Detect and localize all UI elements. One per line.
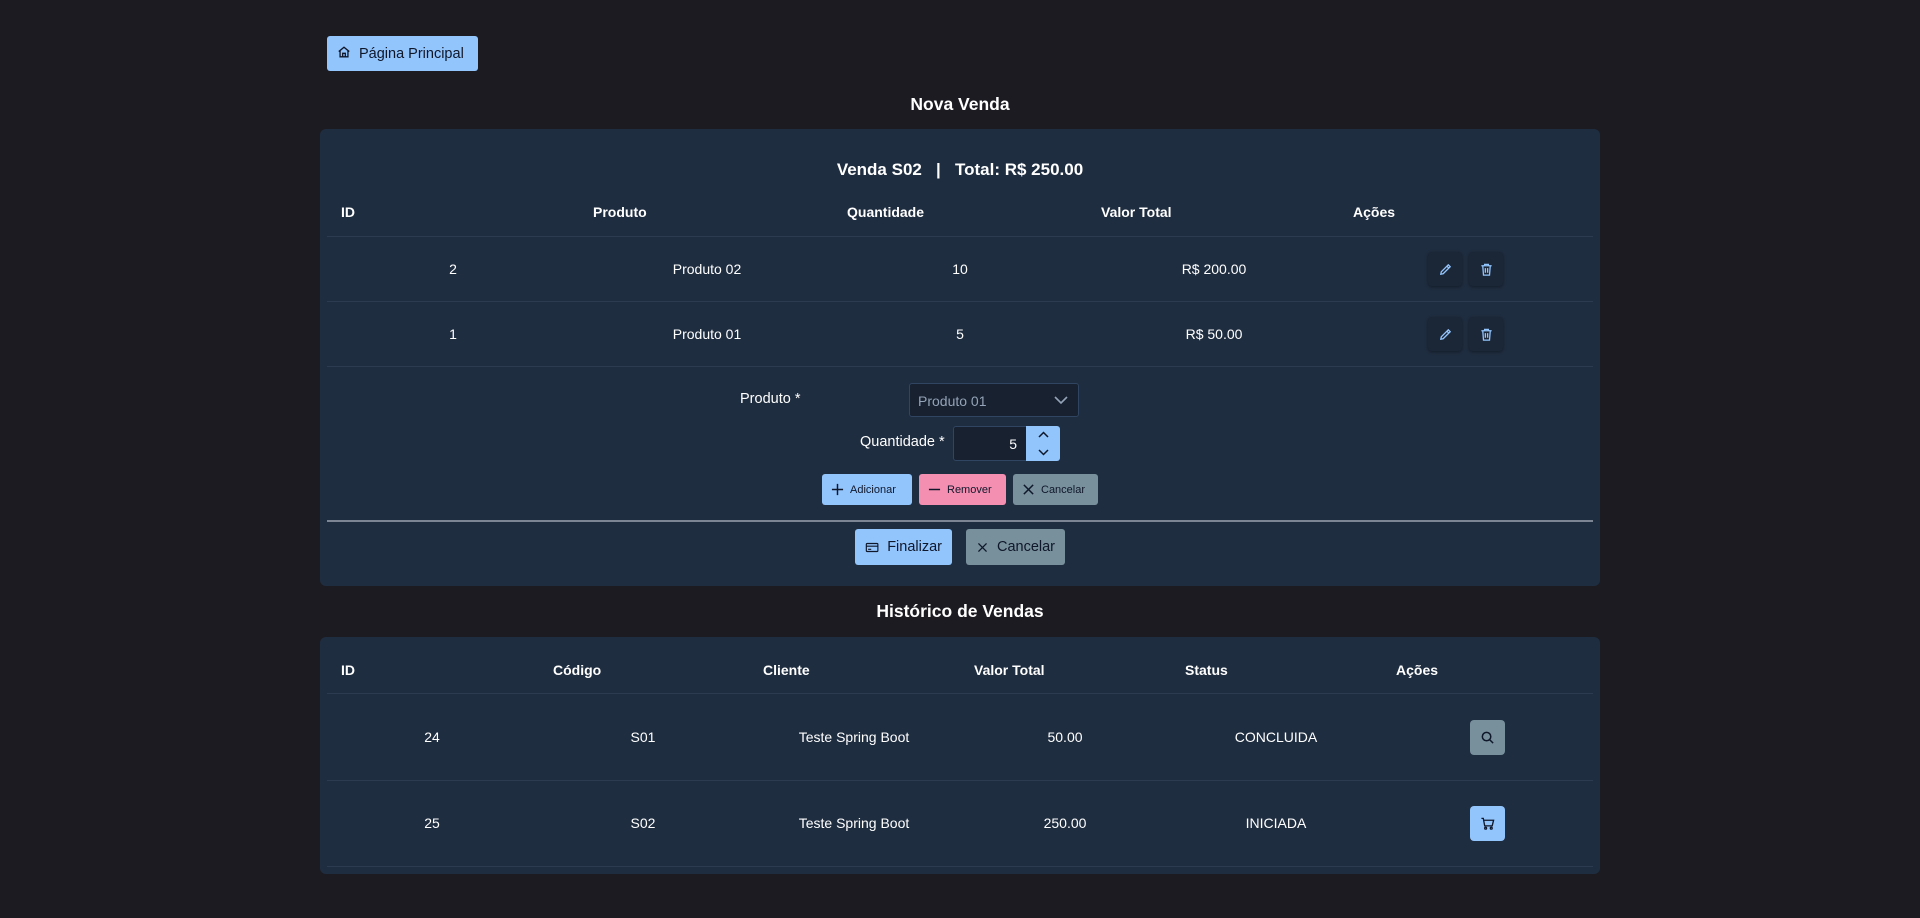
continue-sale-button[interactable] (1470, 806, 1505, 841)
increment-button[interactable] (1026, 426, 1060, 443)
row-cliente: Teste Spring Boot (798, 729, 910, 745)
row-id: 2 (449, 261, 457, 277)
col-valor-total: Valor Total (1101, 204, 1172, 220)
plus-icon (831, 483, 844, 496)
produto-select[interactable]: Produto 01 (909, 383, 1079, 417)
table-row: 2 Produto 02 10 R$ 200.00 (327, 236, 1593, 302)
view-sale-button[interactable] (1470, 720, 1505, 755)
col-status: Status (1185, 662, 1228, 678)
cart-icon (1481, 817, 1495, 830)
col-acoes: Ações (1396, 662, 1439, 678)
row-quantidade: 10 (952, 261, 968, 277)
chevron-down-icon (1054, 396, 1068, 405)
col-valor-total: Valor Total (974, 662, 1045, 678)
home-icon (337, 45, 351, 63)
home-button-label: Página Principal (359, 45, 464, 62)
col-id: ID (341, 204, 355, 220)
produto-label: Produto * (740, 391, 800, 407)
credit-card-icon (865, 542, 879, 552)
edit-button[interactable] (1428, 317, 1462, 351)
sale-separator: | (936, 160, 941, 179)
cancel-item-label: Cancelar (1041, 483, 1086, 496)
search-icon (1481, 731, 1494, 744)
trash-icon (1480, 263, 1492, 276)
historico-title: Histórico de Vendas (876, 601, 1044, 621)
historico-card: ID Código Cliente Valor Total Status Açõ… (320, 637, 1600, 874)
delete-button[interactable] (1469, 317, 1503, 351)
remove-item-button[interactable]: Remover (919, 474, 1006, 505)
cancelar-venda-label: Cancelar (996, 539, 1055, 555)
remove-item-label: Remover (947, 483, 992, 496)
row-status: CONCLUIDA (1234, 729, 1318, 745)
nova-venda-card: Venda S02 | Total: R$ 250.00 ID Produto … (320, 129, 1600, 586)
sale-summary: Venda S02 | Total: R$ 250.00 (320, 160, 1600, 180)
row-valor-total: 50.00 (1047, 729, 1083, 745)
finalizar-label: Finalizar (887, 539, 942, 555)
row-status: INICIADA (1245, 815, 1307, 831)
cancelar-venda-button[interactable]: Cancelar (966, 529, 1065, 565)
chevron-up-icon (1037, 431, 1049, 438)
row-codigo: S01 (630, 729, 656, 745)
quantidade-stepper[interactable] (1026, 426, 1060, 461)
row-produto: Produto 02 (672, 261, 742, 277)
required-mark: * (794, 391, 801, 407)
finalizar-button[interactable]: Finalizar (855, 529, 952, 565)
quantidade-label: Quantidade * (860, 434, 945, 450)
col-cliente: Cliente (763, 662, 810, 678)
edit-button[interactable] (1428, 252, 1462, 286)
required-mark: * (939, 434, 945, 450)
quantidade-input[interactable]: 5 (953, 426, 1027, 461)
row-valor-total: R$ 50.00 (1185, 326, 1243, 342)
col-codigo: Código (553, 662, 602, 678)
produto-label-text: Produto (740, 391, 791, 407)
home-button[interactable]: Página Principal (327, 36, 478, 71)
nova-venda-title: Nova Venda (910, 94, 1010, 114)
close-icon (977, 542, 987, 552)
trash-icon (1480, 328, 1492, 341)
decrement-button[interactable] (1026, 444, 1060, 461)
delete-button[interactable] (1469, 252, 1503, 286)
row-valor-total: R$ 200.00 (1181, 261, 1247, 277)
row-codigo: S02 (630, 815, 656, 831)
add-item-button[interactable]: Adicionar (822, 474, 912, 505)
minus-icon (928, 488, 941, 491)
row-id: 25 (424, 815, 440, 831)
row-id: 1 (449, 326, 457, 342)
col-quantidade: Quantidade (847, 204, 925, 220)
pencil-icon (1439, 263, 1451, 275)
add-item-label: Adicionar (850, 483, 896, 496)
quantidade-label-text: Quantidade (860, 434, 935, 450)
row-produto: Produto 01 (672, 326, 742, 342)
sale-items-header: ID Produto Quantidade Valor Total Ações (327, 204, 1593, 237)
quantidade-input-value: 5 (1009, 436, 1017, 452)
historico-header: ID Código Cliente Valor Total Status Açõ… (327, 662, 1593, 694)
table-row: 24 S01 Teste Spring Boot 50.00 CONCLUIDA (327, 694, 1593, 781)
chevron-down-icon (1037, 449, 1049, 456)
divider (327, 520, 1593, 522)
row-valor-total: 250.00 (1043, 815, 1087, 831)
sale-code: Venda S02 (836, 160, 922, 179)
cancel-item-button[interactable]: Cancelar (1013, 474, 1098, 505)
row-cliente: Teste Spring Boot (798, 815, 910, 831)
row-id: 24 (424, 729, 440, 745)
col-produto: Produto (593, 204, 647, 220)
produto-select-value: Produto 01 (918, 393, 987, 409)
sale-total: Total: R$ 250.00 (954, 160, 1084, 179)
col-acoes: Ações (1353, 204, 1396, 220)
close-icon (1023, 484, 1034, 495)
row-quantidade: 5 (956, 326, 964, 342)
col-id: ID (341, 662, 355, 678)
table-row: 1 Produto 01 5 R$ 50.00 (327, 301, 1593, 367)
pencil-icon (1439, 328, 1451, 340)
table-row: 25 S02 Teste Spring Boot 250.00 INICIADA (327, 780, 1593, 867)
